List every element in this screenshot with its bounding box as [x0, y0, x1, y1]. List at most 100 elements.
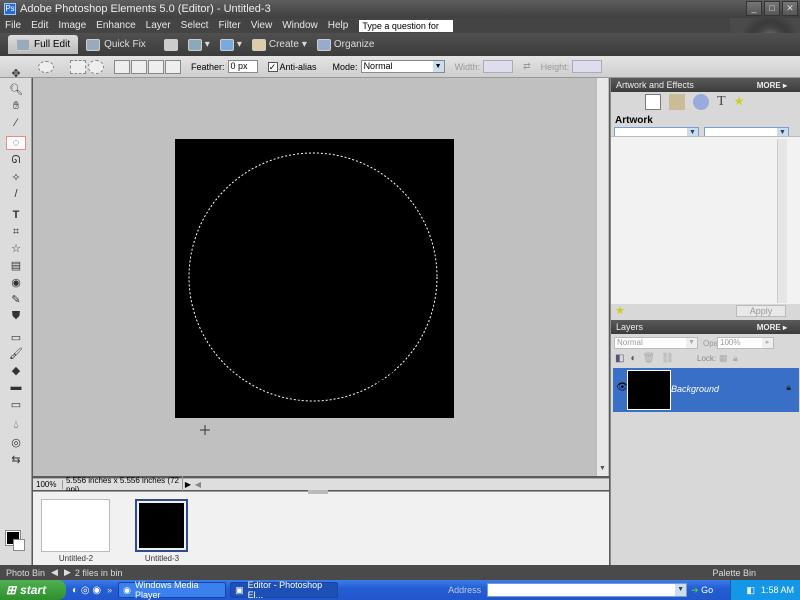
tray-icon[interactable]: ◧	[746, 585, 755, 596]
menu-file[interactable]: File	[0, 20, 26, 31]
menu-edit[interactable]: Edit	[26, 20, 53, 31]
palette-bin-toggle[interactable]: Palette Bin	[712, 568, 756, 578]
antialias-checkbox[interactable]: ✓	[267, 61, 278, 72]
menu-help[interactable]: Help	[323, 20, 354, 31]
subtract-selection-button[interactable]	[148, 59, 164, 74]
healing-brush-tool-icon[interactable]: ✎	[6, 292, 26, 306]
background-color-swatch[interactable]	[13, 539, 25, 551]
paint-bucket-tool-icon[interactable]: ◆	[6, 363, 26, 377]
blend-mode-dropdown[interactable]: Normal ▼	[614, 337, 698, 349]
rect-marquee-option[interactable]	[70, 59, 86, 74]
menu-filter[interactable]: Filter	[213, 20, 245, 31]
mode-select[interactable]: Normal ▼	[360, 60, 445, 73]
layers-panel-header[interactable]: Layers MORE ▸	[611, 320, 800, 334]
feather-input[interactable]: 0 px	[227, 60, 258, 73]
scroll-down-icon[interactable]: ▼	[597, 465, 608, 476]
height-input[interactable]	[572, 60, 603, 73]
lock-transparency-icon[interactable]: ▦	[719, 353, 728, 364]
maximize-button[interactable]: □	[764, 1, 780, 16]
quicklaunch-icons[interactable]: ◐ ◎ ◉	[72, 585, 101, 596]
link-layer-icon[interactable]: ⛓︎	[661, 353, 674, 364]
layers-more-button[interactable]: MORE ▸	[757, 323, 787, 332]
gradient-tool-icon[interactable]: ▬	[6, 380, 26, 394]
canvas-area[interactable]	[33, 78, 609, 476]
intersect-selection-button[interactable]	[165, 59, 181, 74]
order-prints-button[interactable]: ▾	[219, 38, 242, 51]
favorites-star-icon[interactable]: ★	[734, 94, 745, 110]
menu-select[interactable]: Select	[176, 20, 214, 31]
ellipse-marquee-option[interactable]	[88, 59, 104, 74]
bin-next-icon[interactable]: ▶	[64, 567, 71, 578]
opacity-input[interactable]: 100% ▸	[717, 337, 774, 349]
bin-prev-icon[interactable]: ◀	[51, 567, 58, 578]
artwork-content-area[interactable]	[611, 136, 800, 304]
create-button[interactable]: Create ▾	[251, 38, 307, 51]
favorite-star-icon[interactable]: ★	[615, 304, 625, 317]
new-layer-icon[interactable]: ◧	[615, 353, 624, 364]
crop-tool-icon[interactable]: ⌗	[6, 225, 26, 239]
eraser-tool-icon[interactable]: ▭	[6, 330, 26, 344]
cookie-cutter-tool-icon[interactable]: ☆	[6, 241, 26, 255]
width-input[interactable]	[483, 60, 514, 73]
swap-colors-icon[interactable]: ⇆	[6, 452, 26, 466]
close-button[interactable]: ✕	[782, 1, 798, 16]
move-tool-icon[interactable]: ✥	[6, 66, 26, 80]
artwork-more-button[interactable]: MORE ▸	[757, 81, 787, 90]
red-eye-tool-icon[interactable]: ◉	[6, 275, 26, 289]
address-input[interactable]: ▼	[487, 583, 688, 597]
eyedropper-tool-icon[interactable]: ⁄	[6, 116, 26, 130]
artwork-category-icon[interactable]	[645, 94, 661, 110]
menu-layer[interactable]: Layer	[141, 20, 176, 31]
elliptical-marquee-icon[interactable]	[38, 60, 54, 73]
menu-window[interactable]: Window	[277, 20, 323, 31]
straighten-tool-icon[interactable]: ▤	[6, 258, 26, 272]
magic-wand-tool-icon[interactable]: ✧	[6, 170, 26, 184]
help-search-input[interactable]: Type a question for help	[359, 19, 454, 43]
swap-icon[interactable]: ⇄	[523, 61, 531, 72]
share-button[interactable]: ▾	[187, 38, 210, 51]
text-effects-icon[interactable]: T	[717, 94, 726, 110]
selection-brush-tool-icon[interactable]: /	[6, 187, 26, 201]
artwork-scrollbar[interactable]	[777, 139, 787, 303]
hscroll-left-icon[interactable]: ◀	[193, 480, 203, 489]
new-selection-button[interactable]	[114, 59, 130, 74]
vertical-scrollbar[interactable]: ▼	[596, 78, 608, 476]
menu-enhance[interactable]: Enhance	[91, 20, 140, 31]
tab-full-edit[interactable]: Full Edit	[8, 35, 79, 54]
minimize-button[interactable]: _	[746, 1, 762, 16]
zoom-level[interactable]: 100%	[33, 480, 63, 489]
trash-icon[interactable]: 🗑︎	[643, 353, 656, 364]
brush-tool-icon[interactable]: 🖌︎	[6, 346, 26, 360]
blur-tool-icon[interactable]: 💧︎	[6, 418, 26, 432]
clone-stamp-tool-icon[interactable]: ⛊	[6, 309, 26, 323]
add-selection-button[interactable]	[131, 59, 147, 74]
bin-resize-handle[interactable]	[308, 490, 328, 494]
sponge-tool-icon[interactable]: ◎	[6, 435, 26, 449]
thumb-untitled-3[interactable]	[135, 499, 188, 552]
menu-image[interactable]: Image	[53, 20, 91, 31]
status-menu-arrow-icon[interactable]: ▶	[183, 480, 193, 489]
photo-bin-toggle[interactable]: Photo Bin	[6, 568, 45, 578]
elliptical-marquee-tool-icon[interactable]: ◌	[6, 136, 26, 150]
adjustment-layer-icon[interactable]: ◐	[630, 353, 636, 364]
artwork-panel-header[interactable]: Artwork and Effects MORE ▸	[611, 78, 800, 92]
special-effects-icon[interactable]	[669, 94, 685, 110]
menu-view[interactable]: View	[246, 20, 278, 31]
tab-quick-fix[interactable]: Quick Fix	[78, 35, 154, 54]
quicklaunch-more-icon[interactable]: »	[107, 585, 112, 595]
task-photoshop-editor[interactable]: ▣ Editor - Photoshop El...	[230, 580, 339, 600]
start-button[interactable]: ⊞ start	[0, 580, 66, 600]
layer-row-background[interactable]: 👁︎ Background 🔒︎	[613, 368, 799, 412]
zoom-tool-icon[interactable]: 🔍︎	[6, 82, 26, 96]
thumb-untitled-2[interactable]	[41, 499, 110, 552]
go-button[interactable]: ➔ Go	[691, 585, 713, 596]
lock-all-icon[interactable]: 🔒︎	[733, 353, 738, 364]
shape-tool-icon[interactable]: ▭	[6, 397, 26, 411]
organize-button[interactable]: Organize	[316, 38, 374, 51]
hand-tool-icon[interactable]: ✋︎	[6, 99, 26, 113]
type-tool-icon[interactable]: T	[6, 208, 26, 222]
lasso-tool-icon[interactable]: ᘏ	[6, 153, 26, 167]
task-media-player[interactable]: ◉ Windows Media Player	[118, 580, 227, 600]
apply-button[interactable]: Apply	[736, 305, 786, 317]
themes-icon[interactable]	[693, 94, 709, 110]
